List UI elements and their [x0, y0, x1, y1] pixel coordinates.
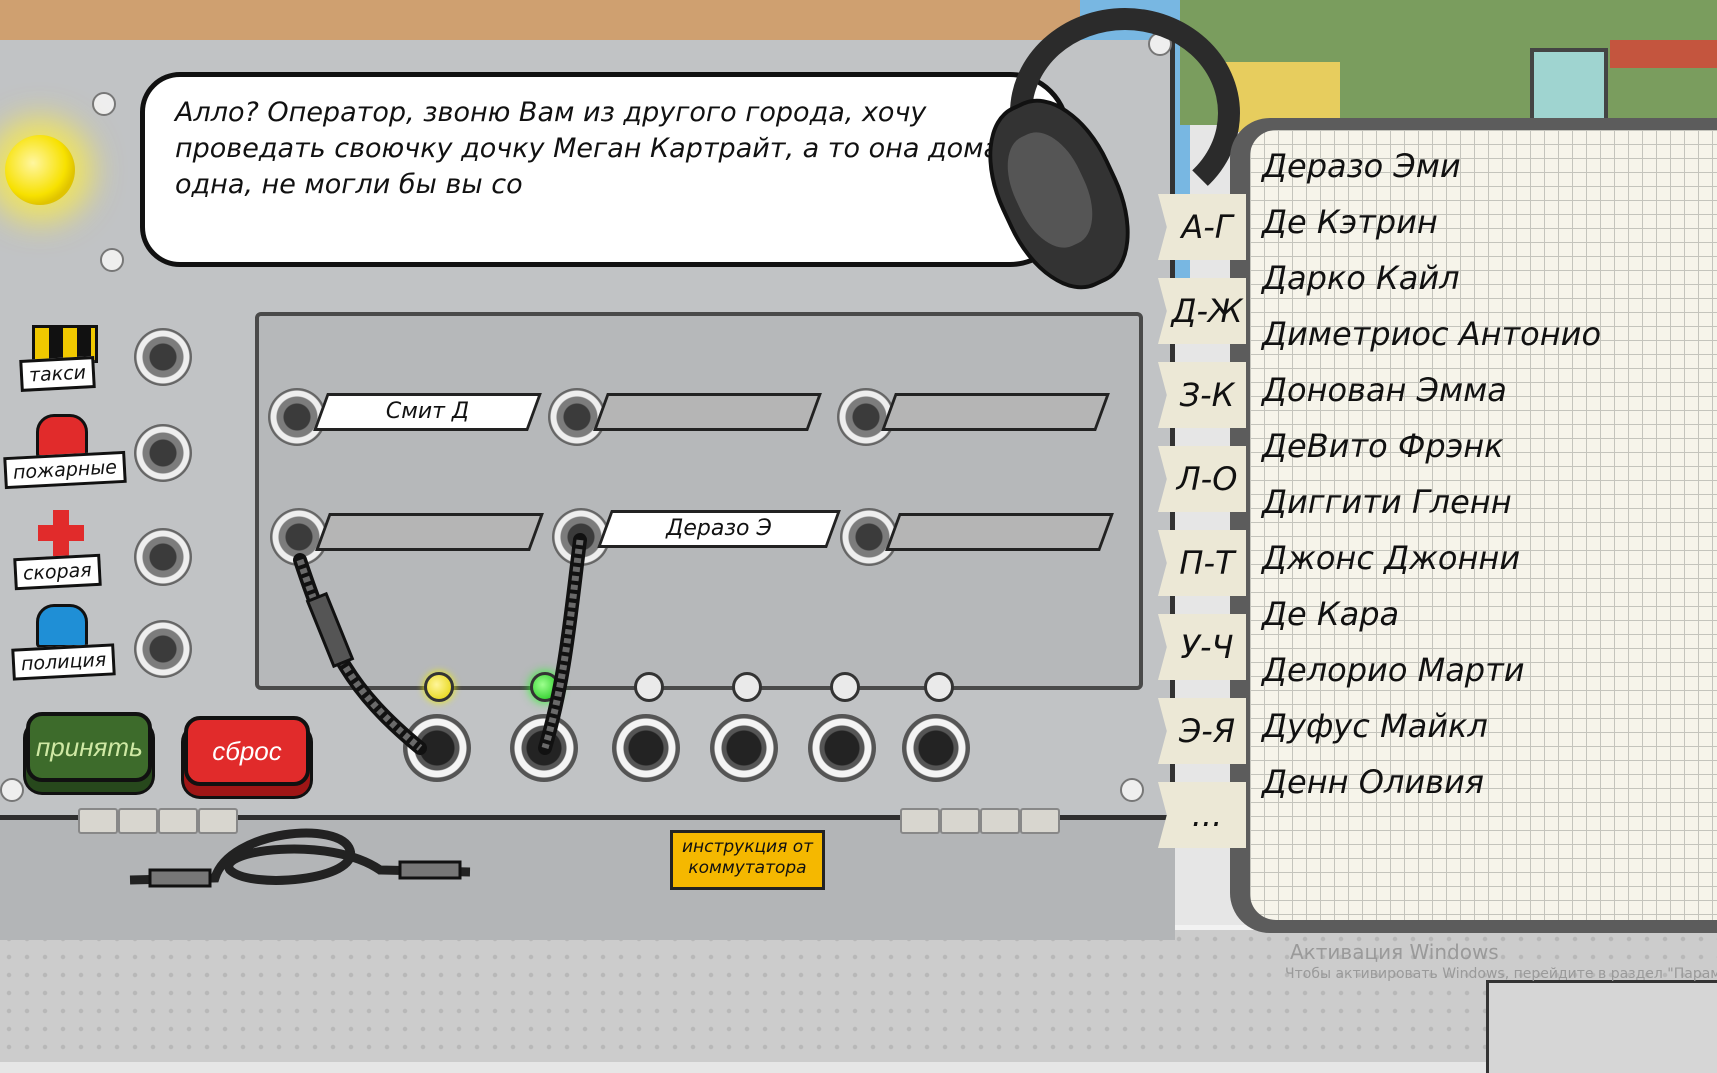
directory-entry[interactable]: Диметриос Антонио [1262, 314, 1601, 354]
hinge [198, 808, 238, 834]
hinge [1020, 808, 1060, 834]
cable-plug-icon[interactable] [305, 591, 355, 669]
hinge [940, 808, 980, 834]
directory-tab[interactable]: ... [1158, 782, 1246, 848]
directory-entry[interactable]: Де Кара [1262, 594, 1399, 634]
directory-entry[interactable]: ДеВито Фрэнк [1262, 426, 1504, 466]
directory-tab[interactable]: З-К [1158, 362, 1246, 428]
directory-entry[interactable]: Джонс Джонни [1262, 538, 1520, 578]
hinge [980, 808, 1020, 834]
patch-cable-braid [296, 558, 423, 751]
windows-activation-title: Активация Windows [1290, 940, 1499, 964]
directory-tab[interactable]: Л-О [1158, 446, 1246, 512]
reset-button[interactable]: сброс [184, 716, 310, 786]
windows-activation-text: Чтобы активировать Windows, перейдите в … [1285, 966, 1717, 982]
directory-entry[interactable]: Диггити Гленн [1262, 482, 1512, 522]
directory-tab[interactable]: Д-Ж [1158, 278, 1246, 344]
accept-call-button[interactable]: принять [26, 712, 152, 782]
hinge [158, 808, 198, 834]
spare-cable-plug-icon[interactable] [148, 868, 212, 888]
directory-entry[interactable]: Дуфус Майкл [1262, 706, 1488, 746]
hinge [118, 808, 158, 834]
hinge [78, 808, 118, 834]
directory-entry[interactable]: Денн Оливия [1262, 762, 1484, 802]
directory-entry[interactable]: Дарко Кайл [1262, 258, 1460, 298]
directory-entry[interactable]: Донован Эмма [1262, 370, 1507, 410]
directory-tab[interactable]: А-Г [1158, 194, 1246, 260]
directory-entry[interactable]: Де Кэтрин [1262, 202, 1438, 242]
directory-tab[interactable]: У-Ч [1158, 614, 1246, 680]
directory-tab[interactable]: Э-Я [1158, 698, 1246, 764]
directory-entry[interactable]: Делорио Марти [1262, 650, 1525, 690]
spare-cable-plug-icon[interactable] [398, 860, 462, 880]
switchboard-instructions-button[interactable]: инструкция от коммутатора [670, 830, 825, 890]
patch-cable[interactable] [293, 553, 427, 755]
hinge [900, 808, 940, 834]
directory-tab[interactable]: П-Т [1158, 530, 1246, 596]
directory-entry[interactable]: Деразо Эми [1262, 146, 1461, 186]
